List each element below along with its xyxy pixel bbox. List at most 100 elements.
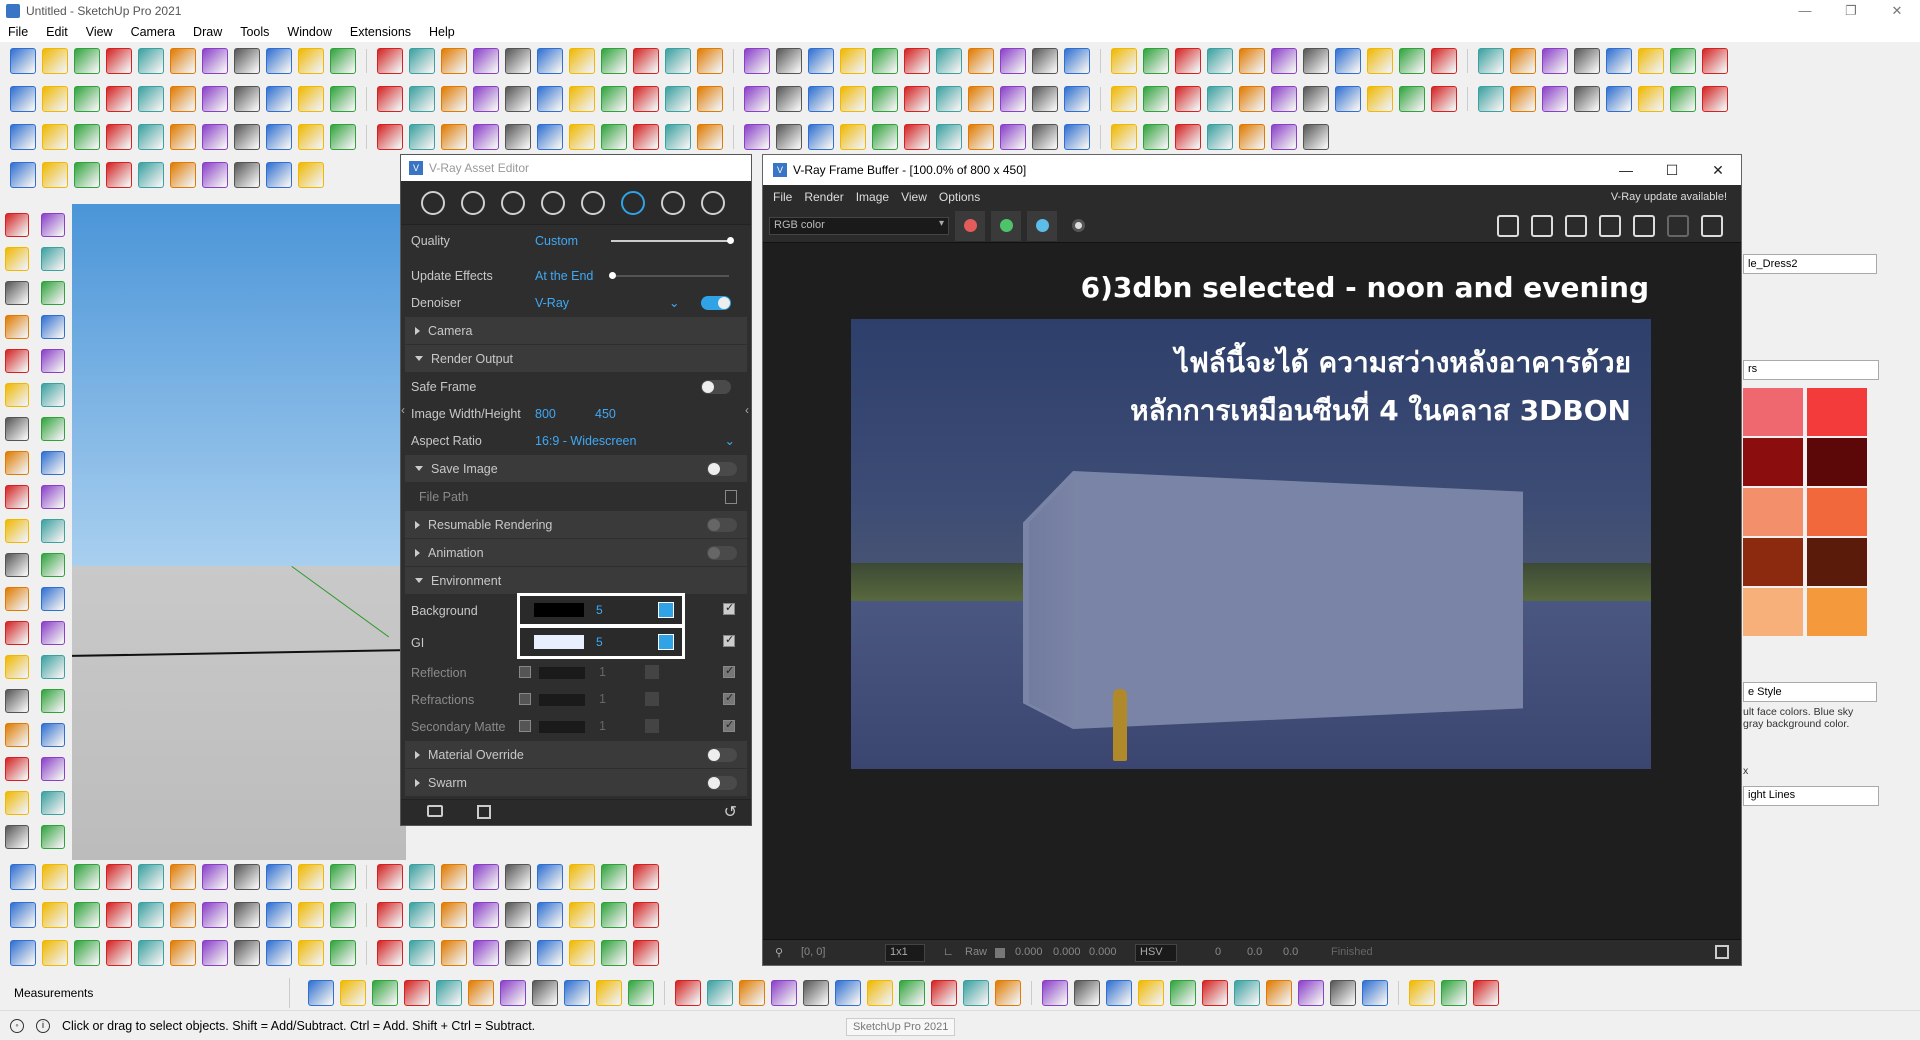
- toolbar-tool-icon[interactable]: [707, 980, 733, 1006]
- drawing-tool-icon[interactable]: [5, 485, 29, 509]
- toolbar-tool-icon[interactable]: [170, 902, 196, 928]
- toolbar-tool-icon[interactable]: [569, 864, 595, 890]
- toolbar-tool-icon[interactable]: [808, 124, 834, 150]
- file-icon[interactable]: [725, 489, 737, 504]
- safe-frame-toggle[interactable]: [701, 379, 731, 394]
- toolbar-tool-icon[interactable]: [633, 940, 659, 966]
- drawing-tool-icon[interactable]: [41, 553, 65, 577]
- toolbar-tool-icon[interactable]: [569, 86, 595, 112]
- toolbar-tool-icon[interactable]: [744, 86, 770, 112]
- drawing-tool-icon[interactable]: [41, 383, 65, 407]
- toolbar-tool-icon[interactable]: [170, 940, 196, 966]
- toolbar-tool-icon[interactable]: [1478, 48, 1504, 74]
- red-channel-button[interactable]: [955, 210, 985, 241]
- materials-icon[interactable]: [421, 190, 445, 215]
- toolbar-tool-icon[interactable]: [138, 86, 164, 112]
- drawing-tool-icon[interactable]: [41, 417, 65, 441]
- denoiser-value[interactable]: V-Ray: [535, 296, 569, 310]
- toolbar-tool-icon[interactable]: [867, 980, 893, 1006]
- toolbar-tool-icon[interactable]: [1303, 48, 1329, 74]
- material-override-toggle[interactable]: [707, 747, 737, 762]
- drawing-tool-icon[interactable]: [41, 689, 65, 713]
- section-animation[interactable]: Animation: [405, 539, 747, 566]
- toolbar-tool-icon[interactable]: [505, 864, 531, 890]
- toolbar-tool-icon[interactable]: [1409, 980, 1435, 1006]
- toolbar-tool-icon[interactable]: [840, 86, 866, 112]
- toolbar-tool-icon[interactable]: [441, 124, 467, 150]
- toolbar-tool-icon[interactable]: [202, 940, 228, 966]
- toolbar-tool-icon[interactable]: [10, 124, 36, 150]
- animation-toggle[interactable]: [707, 545, 737, 560]
- drawing-tool-icon[interactable]: [5, 689, 29, 713]
- toolbar-tool-icon[interactable]: [330, 864, 356, 890]
- toolbar-tool-icon[interactable]: [537, 86, 563, 112]
- toolbar-tool-icon[interactable]: [330, 902, 356, 928]
- toolbar-tool-icon[interactable]: [1111, 48, 1137, 74]
- edge-style-select[interactable]: ight Lines: [1743, 786, 1879, 806]
- toolbar-tool-icon[interactable]: [266, 86, 292, 112]
- toolbar-tool-icon[interactable]: [106, 940, 132, 966]
- toolbar-tool-icon[interactable]: [330, 124, 356, 150]
- toolbar-tool-icon[interactable]: [633, 48, 659, 74]
- drawing-tool-icon[interactable]: [5, 349, 29, 373]
- toolbar-tool-icon[interactable]: [936, 86, 962, 112]
- drawing-tool-icon[interactable]: [5, 757, 29, 781]
- toolbar-tool-icon[interactable]: [601, 86, 627, 112]
- toolbar-tool-icon[interactable]: [473, 902, 499, 928]
- drawing-tool-icon[interactable]: [5, 383, 29, 407]
- color-swatch[interactable]: [1743, 388, 1803, 436]
- toolbar-tool-icon[interactable]: [409, 902, 435, 928]
- toolbar-tool-icon[interactable]: [1175, 124, 1201, 150]
- drawing-tool-icon[interactable]: [41, 213, 65, 237]
- toolbar-tool-icon[interactable]: [298, 864, 324, 890]
- toolbar-tool-icon[interactable]: [628, 980, 654, 1006]
- toolbar-tool-icon[interactable]: [776, 48, 802, 74]
- toolbar-tool-icon[interactable]: [744, 124, 770, 150]
- section-save-image[interactable]: Save Image: [405, 455, 747, 482]
- toolbar-tool-icon[interactable]: [138, 902, 164, 928]
- collapse-right-icon[interactable]: ‹: [745, 403, 749, 417]
- background-texture-slot[interactable]: [658, 602, 674, 618]
- toolbar-tool-icon[interactable]: [537, 48, 563, 74]
- toolbar-tool-icon[interactable]: [1473, 980, 1499, 1006]
- lights-icon[interactable]: [461, 190, 485, 215]
- toolbar-tool-icon[interactable]: [633, 902, 659, 928]
- toolbar-tool-icon[interactable]: [1064, 48, 1090, 74]
- toolbar-tool-icon[interactable]: [968, 124, 994, 150]
- toolbar-tool-icon[interactable]: [266, 124, 292, 150]
- toolbar-tool-icon[interactable]: [409, 940, 435, 966]
- drawing-tool-icon[interactable]: [5, 281, 29, 305]
- stop-render-icon[interactable]: [1667, 215, 1689, 237]
- toolbar-tool-icon[interactable]: [170, 162, 196, 188]
- toolbar-tool-icon[interactable]: [234, 48, 260, 74]
- channel-select[interactable]: RGB color: [769, 216, 949, 235]
- restore-icon[interactable]: ❐: [1828, 0, 1874, 22]
- toolbar-tool-icon[interactable]: [202, 86, 228, 112]
- drawing-tool-icon[interactable]: [41, 621, 65, 645]
- drawing-tool-icon[interactable]: [5, 723, 29, 747]
- secondary-matte-override-checkbox[interactable]: [519, 720, 531, 732]
- toolbar-tool-icon[interactable]: [202, 864, 228, 890]
- section-resumable[interactable]: Resumable Rendering: [405, 511, 747, 538]
- toolbar-tool-icon[interactable]: [266, 48, 292, 74]
- render-teapot-icon[interactable]: [1701, 215, 1723, 237]
- quality-slider[interactable]: [611, 237, 734, 244]
- toolbar-tool-icon[interactable]: [266, 902, 292, 928]
- toolbar-tool-icon[interactable]: [106, 86, 132, 112]
- section-camera[interactable]: Camera: [405, 317, 747, 344]
- drawing-tool-icon[interactable]: [41, 791, 65, 815]
- drawing-tool-icon[interactable]: [5, 655, 29, 679]
- frame-buffer-icon[interactable]: [701, 190, 725, 215]
- save-image-toggle[interactable]: [707, 461, 737, 476]
- toolbar-tool-icon[interactable]: [904, 124, 930, 150]
- frame-buffer-canvas[interactable]: 6)3dbn selected - noon and evening ไฟล์น…: [763, 243, 1741, 897]
- toolbar-tool-icon[interactable]: [1303, 86, 1329, 112]
- toolbar-tool-icon[interactable]: [537, 902, 563, 928]
- swarm-toggle[interactable]: [707, 775, 737, 790]
- toolbar-tool-icon[interactable]: [330, 48, 356, 74]
- toolbar-tool-icon[interactable]: [505, 124, 531, 150]
- refractions-color-swatch[interactable]: [539, 694, 585, 706]
- toolbar-tool-icon[interactable]: [441, 864, 467, 890]
- toolbar-tool-icon[interactable]: [601, 124, 627, 150]
- toolbar-tool-icon[interactable]: [1111, 86, 1137, 112]
